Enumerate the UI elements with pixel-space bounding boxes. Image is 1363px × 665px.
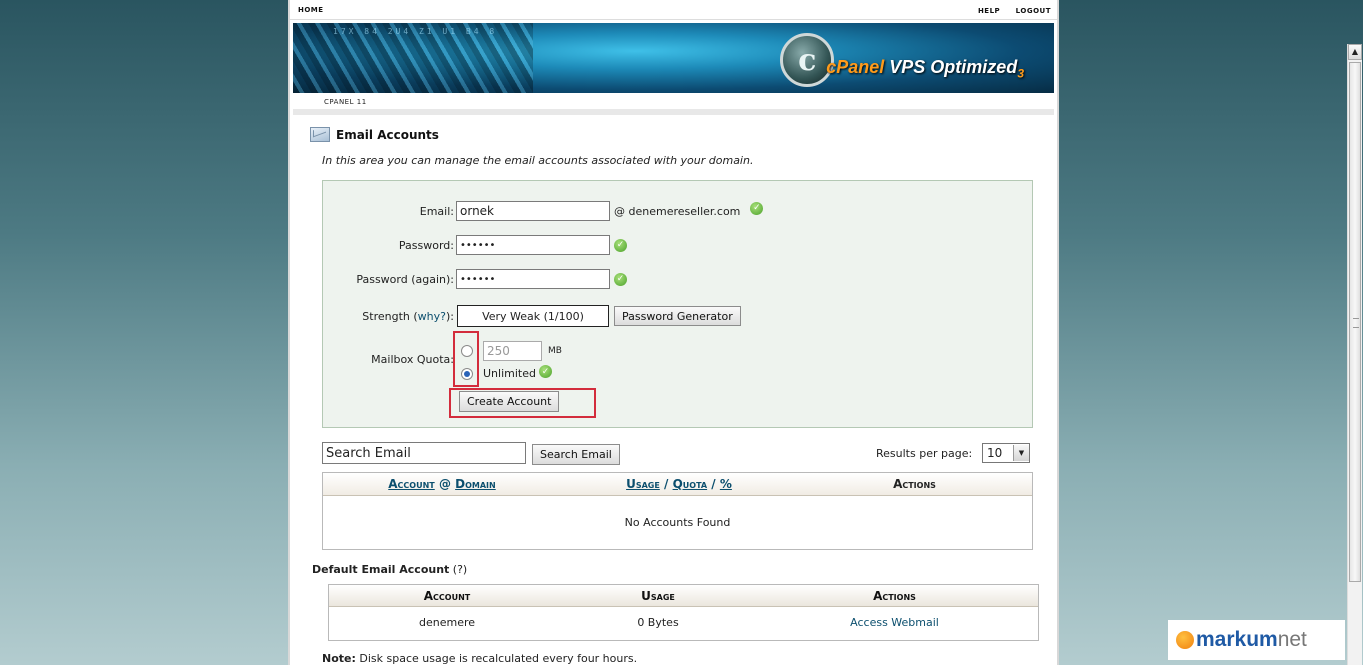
cpanel-banner: 17X 84 2U4 Z1 U1 B4 8 c cPanel VPS Optim… — [293, 23, 1054, 93]
default-account-name: denemere — [418, 616, 476, 629]
header-slash-1: / — [664, 477, 669, 491]
scroll-up-icon[interactable]: ▲ — [1348, 44, 1362, 60]
email-accounts-table: Account @ Domain Usage / Quota / % Actio… — [322, 472, 1033, 550]
quota-unit: MB — [548, 346, 562, 356]
highlight-create-button — [449, 388, 596, 418]
envelope-icon — [310, 127, 330, 142]
section-header: Email Accounts — [310, 127, 439, 142]
no-accounts-message: No Accounts Found — [624, 516, 731, 529]
home-link[interactable]: HOME — [298, 6, 324, 14]
default-header-actions: Actions — [873, 588, 916, 603]
password-again-label: Password (again): — [356, 272, 454, 286]
password-input[interactable]: •••••• — [456, 235, 610, 255]
search-email-button[interactable]: Search Email — [532, 444, 620, 465]
note: Note: Disk space usage is recalculated e… — [322, 652, 637, 665]
password-generator-button[interactable]: Password Generator — [614, 306, 741, 326]
header-usage-quota: Usage / Quota / % — [561, 477, 797, 491]
quota-unlimited-label: Unlimited — [483, 367, 536, 380]
password-again-row: Password (again): •••••• ✓ — [323, 269, 627, 289]
page-intro: In this area you can manage the email ac… — [322, 154, 754, 167]
default-account-title: Default Email Account (?) — [312, 563, 467, 576]
markum-logo-icon — [1176, 631, 1194, 649]
sort-percent-link[interactable]: % — [720, 477, 732, 491]
create-account-form: Email: ornek @ denemereseller.com ✓ Pass… — [322, 180, 1033, 428]
default-header-account: Account — [423, 588, 471, 603]
note-label: Note: — [322, 652, 356, 665]
dropdown-arrow-icon: ▼ — [1013, 445, 1029, 461]
cpanel-logo: c cPanel VPS Optimized3 — [780, 33, 1024, 87]
highlight-quota-radios — [453, 331, 479, 387]
sort-domain-link[interactable]: Domain — [455, 477, 496, 491]
results-per-page-label: Results per page: — [876, 447, 973, 460]
password-label: Password: — [398, 238, 454, 252]
email-label: Email: — [419, 204, 454, 218]
checkmark-icon: ✓ — [538, 365, 552, 378]
banner-digits: 17X 84 2U4 Z1 U1 B4 8 — [333, 27, 498, 36]
breadcrumb-text: CPANEL 11 — [321, 98, 370, 106]
cpanel-logo-text: cPanel VPS Optimized3 — [826, 57, 1024, 87]
accounts-table-header: Account @ Domain Usage / Quota / % Actio… — [323, 473, 1032, 496]
search-email-input[interactable]: Search Email — [322, 442, 526, 464]
strength-row: Strength (why?): Very Weak (1/100) Passw… — [323, 305, 741, 327]
email-domain: @ denemereseller.com — [614, 204, 741, 218]
vertical-scrollbar[interactable]: ▲ — [1347, 44, 1362, 665]
page-title: Email Accounts — [336, 127, 439, 142]
sort-account-link[interactable]: Account — [388, 477, 434, 491]
quota-label: Mailbox Quota: — [371, 353, 454, 366]
results-per-page-select[interactable]: 10 ▼ — [982, 443, 1030, 463]
results-per-page-value: 10 — [987, 446, 1003, 460]
logo-product: VPS Optimized — [889, 57, 1018, 78]
default-account-usage: 0 Bytes — [637, 616, 679, 629]
strength-meter: Very Weak (1/100) — [457, 305, 609, 327]
checkmark-icon: ✓ — [614, 238, 627, 252]
markum-watermark: markum net — [1168, 620, 1345, 660]
note-text: Disk space usage is recalculated every f… — [355, 652, 638, 665]
logo-brand: cPanel — [826, 57, 885, 78]
scrollbar-thumb[interactable] — [1349, 62, 1361, 582]
watermark-part2: net — [1277, 628, 1307, 651]
password-again-input[interactable]: •••••• — [456, 269, 610, 289]
email-row: Email: ornek @ denemereseller.com ✓ — [323, 201, 764, 221]
breadcrumb: CPANEL 11 — [293, 97, 1054, 115]
top-navigation: HOME HELP LOGOUT — [290, 0, 1057, 20]
access-webmail-link[interactable]: Access Webmail — [850, 616, 939, 629]
default-table-header: Account Usage Actions — [329, 585, 1038, 607]
default-account-help[interactable]: (?) — [453, 563, 467, 576]
checkmark-icon: ✓ — [750, 201, 764, 215]
header-at: @ — [438, 477, 451, 491]
cpanel-page: HOME HELP LOGOUT 17X 84 2U4 Z1 U1 B4 8 c… — [288, 0, 1059, 665]
table-row: denemere 0 Bytes Access Webmail — [329, 607, 1038, 638]
email-input[interactable]: ornek — [456, 201, 610, 221]
watermark-part1: markum — [1196, 628, 1278, 651]
sort-usage-link[interactable]: Usage — [626, 477, 660, 491]
quota-input[interactable]: 250 — [483, 341, 542, 361]
scrollbar-grip-icon — [1353, 318, 1359, 328]
default-account-heading: Default Email Account — [312, 563, 450, 576]
logout-link[interactable]: LOGOUT — [1016, 7, 1051, 15]
password-row: Password: •••••• ✓ — [323, 235, 627, 255]
checkmark-icon: ✓ — [614, 272, 627, 286]
help-link[interactable]: HELP — [978, 7, 1000, 15]
header-account-domain: Account @ Domain — [323, 477, 561, 491]
default-account-table: Account Usage Actions denemere 0 Bytes A… — [328, 584, 1039, 641]
default-header-usage: Usage — [641, 588, 675, 603]
header-actions: Actions — [893, 477, 936, 491]
header-slash-2: / — [711, 477, 716, 491]
strength-label-text: Strength ( — [362, 309, 418, 323]
strength-label-end: ): — [446, 309, 454, 323]
why-link[interactable]: why? — [418, 310, 446, 323]
default-account-action-cell: Access Webmail — [751, 616, 1038, 629]
sort-quota-link[interactable]: Quota — [673, 477, 708, 491]
logo-version: 3 — [1017, 67, 1024, 81]
strength-label: Strength (why?): — [323, 310, 454, 323]
